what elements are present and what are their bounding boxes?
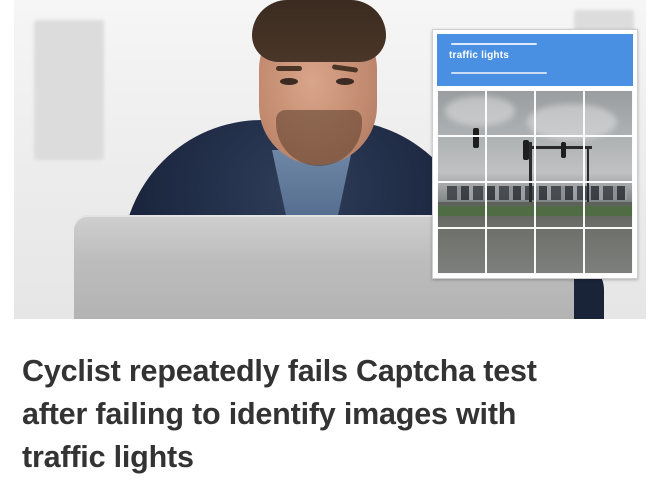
captcha-image-grid <box>437 90 633 274</box>
traffic-light-icon <box>473 128 479 148</box>
captcha-title: traffic lights <box>449 50 510 61</box>
headline: Cyclist repeatedly fails Captcha test af… <box>22 350 648 479</box>
captcha-tile[interactable] <box>584 136 633 182</box>
meme-post: traffic lights Cyclist repeatedly fails … <box>0 0 656 494</box>
traffic-light-icon <box>523 140 529 160</box>
left-eyebrow <box>276 66 302 71</box>
headline-line-2: after failing to identify images with <box>22 397 517 431</box>
captcha-instruction-line <box>451 43 537 45</box>
lamp-post <box>587 148 589 202</box>
right-eye <box>336 78 354 85</box>
captcha-tile[interactable] <box>535 136 584 182</box>
headline-line-1: Cyclist repeatedly fails Captcha test <box>22 354 537 388</box>
headline-line-3: traffic lights <box>22 440 194 474</box>
grass-strip <box>437 206 633 216</box>
captcha-header: traffic lights <box>437 34 633 86</box>
news-photo: traffic lights <box>14 0 646 319</box>
captcha-widget: traffic lights <box>432 29 638 279</box>
cloud <box>527 104 617 140</box>
person-hair <box>252 0 386 62</box>
parked-cars <box>447 186 627 200</box>
signal-pole <box>529 142 532 202</box>
background-shelf <box>34 20 104 160</box>
captcha-subtext-line <box>451 72 547 74</box>
left-eye <box>280 78 298 85</box>
cloud <box>445 96 515 126</box>
traffic-light-icon <box>561 142 566 158</box>
